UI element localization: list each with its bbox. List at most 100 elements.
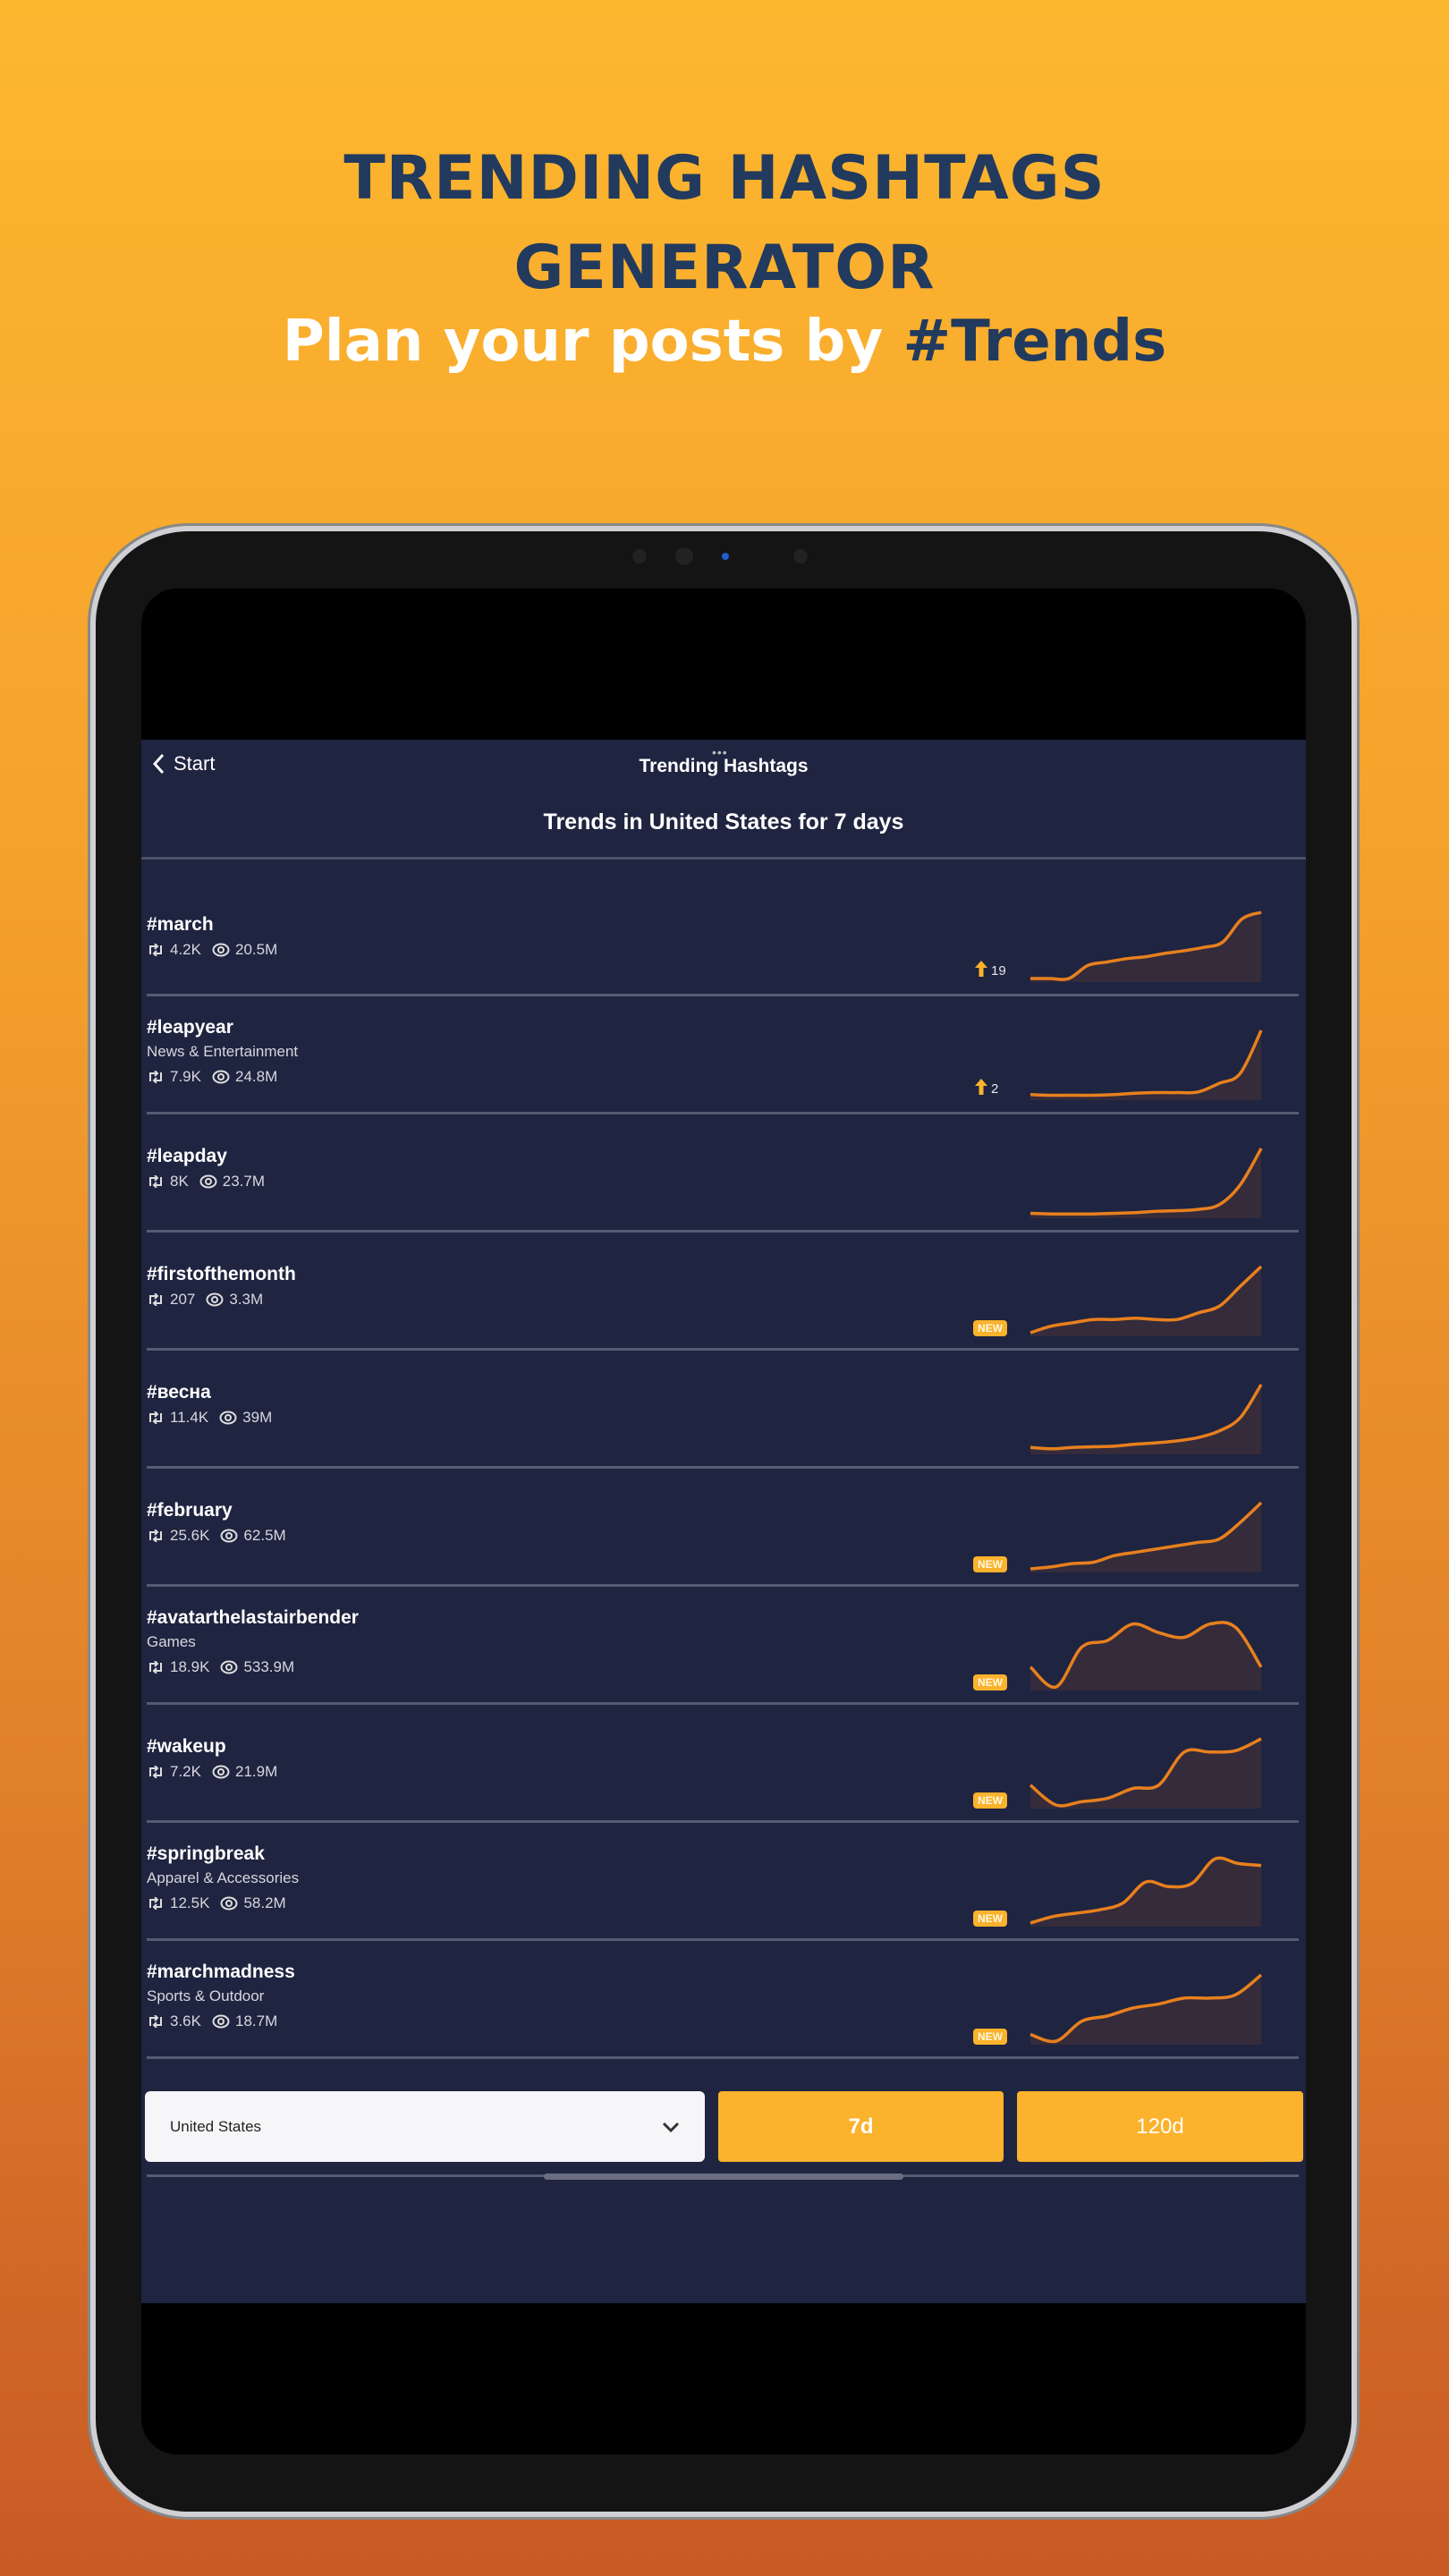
- hashtag-stats: 18.9K 533.9M: [147, 1658, 294, 1676]
- new-badge: NEW: [973, 1911, 1007, 1927]
- repost-count: 25.6K: [170, 1527, 210, 1544]
- hashtag-name: #springbreak: [147, 1843, 265, 1864]
- view-count: 21.9M: [234, 1763, 278, 1780]
- hero-subtitle: Plan your posts by #Trends: [0, 309, 1449, 375]
- trend-sparkline: [1029, 1621, 1263, 1690]
- sensor-icon: [793, 549, 808, 564]
- hashtag-category: Apparel & Accessories: [147, 1869, 300, 1886]
- indicator-icon: [722, 553, 729, 560]
- hero-title-line1: TRENDING HASHTAGS: [343, 143, 1106, 214]
- hashtag-name: #marchmadness: [147, 1962, 295, 1982]
- hashtag-name: #march: [147, 914, 214, 935]
- trend-sparkline: [1030, 1973, 1263, 2045]
- home-indicator[interactable]: [544, 2174, 903, 2180]
- view-count: 18.7M: [234, 2012, 278, 2029]
- country-select[interactable]: United States: [145, 2091, 705, 2162]
- hashtag-category: Games: [147, 1633, 196, 1650]
- hashtag-stats: 207 3.3M: [147, 1291, 263, 1309]
- view-count: 23.7M: [222, 1173, 266, 1190]
- trend-area: [1030, 1148, 1261, 1218]
- repost-count: 18.9K: [170, 1658, 210, 1675]
- hashtag-row[interactable]: #весна 11.4K 39M: [147, 1353, 1299, 1469]
- hashtag-name: #february: [147, 1500, 233, 1521]
- repost-count: 8K: [170, 1173, 189, 1190]
- new-badge: NEW: [973, 1320, 1007, 1336]
- hashtag-row[interactable]: #firstofthemonth 207 3.3M NEW: [147, 1235, 1299, 1351]
- filter-bar: United States 7d 120d: [141, 2091, 1306, 2163]
- repost-count: 3.6K: [170, 2012, 201, 2029]
- trend-area: [1030, 1739, 1261, 1809]
- hashtag-stats: 4.2K 20.5M: [147, 941, 277, 959]
- hashtag-stats: 7.9K 24.8M: [147, 1068, 277, 1086]
- trend-sparkline: [1030, 911, 1262, 982]
- hashtag-row[interactable]: #wakeup 7.2K 21.9M NEW: [147, 1707, 1299, 1823]
- camera-icon: [675, 547, 693, 565]
- hashtag-row[interactable]: #leapday 8K 23.7M: [147, 1117, 1299, 1233]
- new-badge: NEW: [973, 1674, 1007, 1690]
- repost-count: 11.4K: [170, 1409, 209, 1426]
- sensor-icon: [632, 549, 647, 564]
- trend-area: [1030, 1858, 1261, 1927]
- repost-icon: [147, 1897, 165, 1910]
- rank-change: 19: [975, 961, 1006, 980]
- view-count: 62.5M: [243, 1527, 286, 1544]
- hero-title: TRENDING HASHTAGS GENERATOR: [0, 134, 1449, 313]
- view-count: 3.3M: [229, 1291, 264, 1308]
- eye-icon: [220, 1529, 238, 1543]
- trend-area: [1030, 1503, 1261, 1572]
- repost-count: 7.2K: [170, 1763, 201, 1780]
- trend-sparkline: [1030, 1030, 1263, 1100]
- repost-count: 12.5K: [170, 1894, 210, 1911]
- eye-icon: [212, 1070, 230, 1084]
- hashtag-stats: 7.2K 21.9M: [147, 1763, 277, 1781]
- eye-icon: [220, 1660, 238, 1674]
- hashtag-row[interactable]: #february 25.6K 62.5M NEW: [147, 1471, 1299, 1587]
- eye-icon: [199, 1174, 217, 1189]
- eye-icon: [212, 2014, 230, 2029]
- repost-count: 4.2K: [170, 941, 201, 958]
- trend-sparkline: [1030, 1148, 1263, 1218]
- repost-icon: [147, 1175, 165, 1188]
- hashtag-row[interactable]: #springbreak Apparel & Accessories 12.5K 58…: [147, 1826, 1299, 1941]
- eye-icon: [219, 1411, 237, 1425]
- repost-icon: [147, 1530, 165, 1542]
- new-badge: NEW: [973, 1556, 1007, 1572]
- hashtag-stats: 25.6K 62.5M: [147, 1527, 286, 1545]
- repost-icon: [147, 2015, 165, 2028]
- hashtag-category: Sports & Outdoor: [147, 1987, 265, 2004]
- rank-change-value: 2: [991, 1080, 999, 1097]
- hashtag-name: #avatarthelastairbender: [147, 1607, 359, 1628]
- trend-sparkline: [1030, 1384, 1263, 1454]
- arrow-up-icon: [975, 961, 987, 980]
- repost-icon: [147, 1766, 165, 1778]
- app: ••• Start Trending Hashtags Trends in Un…: [141, 740, 1306, 2303]
- repost-icon: [147, 1661, 165, 1674]
- arrow-up-icon: [975, 1079, 987, 1098]
- page-heading: Trends in United States for 7 days: [543, 809, 904, 835]
- hashtag-name: #firstofthemonth: [147, 1264, 296, 1284]
- repost-count: 207: [170, 1291, 196, 1308]
- trend-area: [1030, 1622, 1261, 1690]
- hashtag-name: #wakeup: [147, 1736, 226, 1757]
- eye-icon: [212, 943, 230, 957]
- view-count: 24.8M: [234, 1068, 278, 1085]
- hashtag-row[interactable]: #marchmadness Sports & Outdoor 3.6K 18.7M NE…: [147, 1944, 1299, 2059]
- view-count: 533.9M: [243, 1658, 295, 1675]
- hashtag-row[interactable]: #avatarthelastairbender Games 18.9K 533.9M N…: [147, 1589, 1299, 1705]
- hashtag-row[interactable]: #leapyear News & Entertainment 7.9K 24.8M 2: [147, 999, 1299, 1114]
- hashtag-row[interactable]: #march 4.2K 20.5M 19: [147, 860, 1299, 996]
- country-value: United States: [170, 2117, 262, 2135]
- view-count: 58.2M: [243, 1894, 286, 1911]
- hashtag-stats: 11.4K 39M: [147, 1409, 272, 1427]
- hero-title-line2: GENERATOR: [513, 233, 936, 303]
- subtitle-tag: #Trends: [902, 309, 1167, 375]
- period-120d-button[interactable]: 120d: [1017, 2091, 1303, 2162]
- trend-sparkline: [1030, 1501, 1263, 1572]
- new-badge: NEW: [973, 2029, 1007, 2045]
- period-7d-button[interactable]: 7d: [718, 2091, 1004, 2162]
- rank-change: 2: [975, 1079, 998, 1098]
- repost-icon: [147, 944, 165, 956]
- view-count: 20.5M: [234, 941, 278, 958]
- trend-sparkline: [1029, 1737, 1262, 1809]
- eye-icon: [206, 1292, 224, 1307]
